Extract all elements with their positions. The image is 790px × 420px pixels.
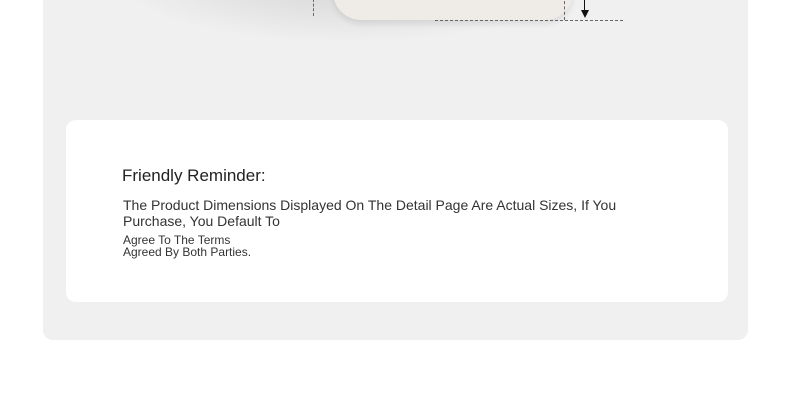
dimension-line-bottom	[435, 20, 623, 21]
reminder-agreement: Agreed By Both Parties.	[123, 245, 252, 259]
content-panel: Friendly Reminder: The Product Dimension…	[43, 0, 748, 340]
reminder-body: The Product Dimensions Displayed On The …	[123, 197, 617, 229]
reminder-card: Friendly Reminder: The Product Dimension…	[66, 120, 728, 302]
product-image	[43, 0, 748, 90]
product-cushion	[333, 0, 573, 20]
arrow-down-icon	[581, 10, 589, 18]
reminder-title: Friendly Reminder:	[122, 166, 266, 185]
dimension-line-right	[564, 0, 565, 20]
height-arrow-line	[584, 0, 585, 10]
dimension-line-left	[313, 0, 314, 16]
